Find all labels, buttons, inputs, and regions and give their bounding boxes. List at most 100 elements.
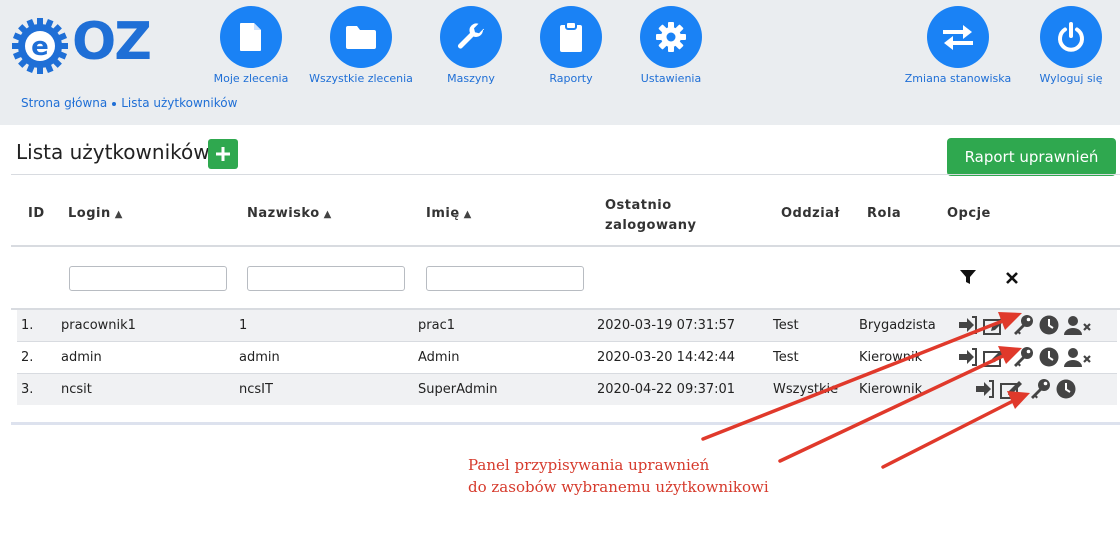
delete-user-icon[interactable] (1064, 315, 1092, 335)
cell-imie: Admin (418, 350, 460, 365)
nav-reports[interactable]: Raporty (516, 6, 626, 85)
users-card: Lista użytkowników Raport uprawnień ID L… (11, 128, 1120, 425)
nav-circle (330, 6, 392, 68)
cell-last-login: 2020-03-19 07:31:57 (597, 318, 736, 333)
breadcrumb-home[interactable]: Strona główna (21, 96, 107, 110)
top-bar: e OZ Moje zlecenia Wszystkie zlecenia Ma… (0, 0, 1120, 125)
header-login[interactable]: Login ▲︎ (68, 206, 123, 221)
divider (11, 245, 1120, 247)
imie-filter-input[interactable] (426, 266, 584, 291)
nav-logout[interactable]: Wyloguj się (1016, 6, 1120, 85)
header-imie-label: Imię (426, 206, 460, 221)
nazwisko-filter-input[interactable] (247, 266, 405, 291)
clock-icon[interactable] (1039, 315, 1059, 335)
cell-last-login: 2020-04-22 09:37:01 (597, 382, 736, 397)
sort-icon[interactable]: ▲︎ (324, 209, 332, 220)
nav-circle (640, 6, 702, 68)
nav-all-orders[interactable]: Wszystkie zlecenia (306, 6, 416, 85)
filter-icon[interactable] (960, 270, 976, 285)
document-icon (240, 23, 261, 51)
header-last-login: Ostatnio zalogowany (605, 196, 696, 236)
annotation-line1: Panel przypisywania uprawnień (468, 456, 710, 474)
divider (11, 174, 1120, 175)
nav-circle (440, 6, 502, 68)
header-last-login-line2: zalogowany (605, 218, 697, 233)
delete-user-icon[interactable] (1064, 347, 1092, 367)
clock-icon[interactable] (1056, 379, 1076, 399)
cell-imie: SuperAdmin (418, 382, 498, 397)
nav-circle (927, 6, 989, 68)
row-options (958, 345, 1092, 369)
header-department: Oddział (781, 206, 840, 221)
key-icon[interactable] (1029, 378, 1051, 400)
nav-settings[interactable]: Ustawienia (616, 6, 726, 85)
permissions-report-button[interactable]: Raport uprawnień (947, 138, 1116, 176)
svg-text:e: e (31, 32, 49, 62)
nav-label: Wyloguj się (1039, 72, 1103, 85)
logo[interactable]: e OZ (10, 12, 152, 74)
cell-department: Wszystkie (773, 382, 839, 397)
cell-role: Kierownik (859, 382, 923, 397)
login-filter-input[interactable] (69, 266, 227, 291)
cell-id: 3. (21, 382, 34, 397)
key-icon[interactable] (1012, 314, 1034, 336)
sort-icon[interactable]: ▲︎ (115, 209, 123, 220)
cell-nazwisko: admin (239, 350, 280, 365)
header-imie[interactable]: Imię ▲︎ (426, 206, 472, 221)
cell-role: Brygadzista (859, 318, 936, 333)
login-as-icon[interactable] (975, 380, 995, 398)
swap-icon (943, 25, 973, 50)
cell-id: 1. (21, 318, 34, 333)
nav-label: Moje zlecenia (213, 72, 289, 85)
annotation-text: Panel przypisywania uprawnień do zasobów… (468, 454, 769, 498)
header-nazwisko[interactable]: Nazwisko ▲︎ (247, 206, 332, 221)
header-options: Opcje (947, 206, 991, 221)
header-id: ID (28, 206, 45, 221)
cell-role: Kierownik (859, 350, 923, 365)
cell-department: Test (773, 350, 799, 365)
page-title: Lista użytkowników (16, 140, 210, 164)
cell-last-login: 2020-03-20 14:42:44 (597, 350, 736, 365)
nav-label: Maszyny (447, 72, 495, 85)
cell-id: 2. (21, 350, 34, 365)
cell-login: ncsit (61, 382, 92, 397)
header-nazwisko-label: Nazwisko (247, 206, 320, 221)
nav-change-station[interactable]: Zmiana stanowiska (903, 6, 1013, 85)
edit-icon[interactable] (983, 347, 1007, 367)
logo-text: OZ (72, 12, 152, 72)
header-role: Rola (867, 206, 902, 221)
plus-icon (216, 147, 230, 161)
sort-icon[interactable]: ▲︎ (464, 209, 472, 220)
annotation-line2: do zasobów wybranemu użytkownikowi (468, 478, 769, 496)
cell-login: admin (61, 350, 102, 365)
login-as-icon[interactable] (958, 348, 978, 366)
nav-my-orders[interactable]: Moje zlecenia (196, 6, 306, 85)
nav-circle (1040, 6, 1102, 68)
nav-circle (220, 6, 282, 68)
breadcrumb-separator (112, 101, 117, 106)
add-user-button[interactable] (208, 139, 238, 169)
header-login-label: Login (68, 206, 111, 221)
header-last-login-line1: Ostatnio (605, 198, 672, 213)
folder-icon (346, 26, 376, 49)
edit-icon[interactable] (1000, 379, 1024, 399)
clipboard-icon (560, 21, 582, 52)
gear-logo-icon: e (12, 18, 68, 74)
clear-filter-icon[interactable] (1006, 272, 1018, 284)
gear-icon (656, 22, 686, 52)
cell-nazwisko: ncsIT (239, 382, 273, 397)
edit-icon[interactable] (983, 315, 1007, 335)
table-row[interactable]: 1. pracownik1 1 prac1 2020-03-19 07:31:5… (17, 310, 1117, 341)
power-icon (1058, 22, 1084, 52)
login-as-icon[interactable] (958, 316, 978, 334)
breadcrumb: Strona główna Lista użytkowników (21, 96, 237, 110)
table-row[interactable]: 2. admin admin Admin 2020-03-20 14:42:44… (17, 342, 1117, 373)
cell-login: pracownik1 (61, 318, 136, 333)
clock-icon[interactable] (1039, 347, 1059, 367)
nav-machines[interactable]: Maszyny (416, 6, 526, 85)
breadcrumb-current[interactable]: Lista użytkowników (121, 96, 237, 110)
cell-nazwisko: 1 (239, 318, 248, 333)
table-row[interactable]: 3. ncsit ncsIT SuperAdmin 2020-04-22 09:… (17, 374, 1117, 405)
key-icon[interactable] (1012, 346, 1034, 368)
nav-label: Ustawienia (640, 72, 702, 85)
